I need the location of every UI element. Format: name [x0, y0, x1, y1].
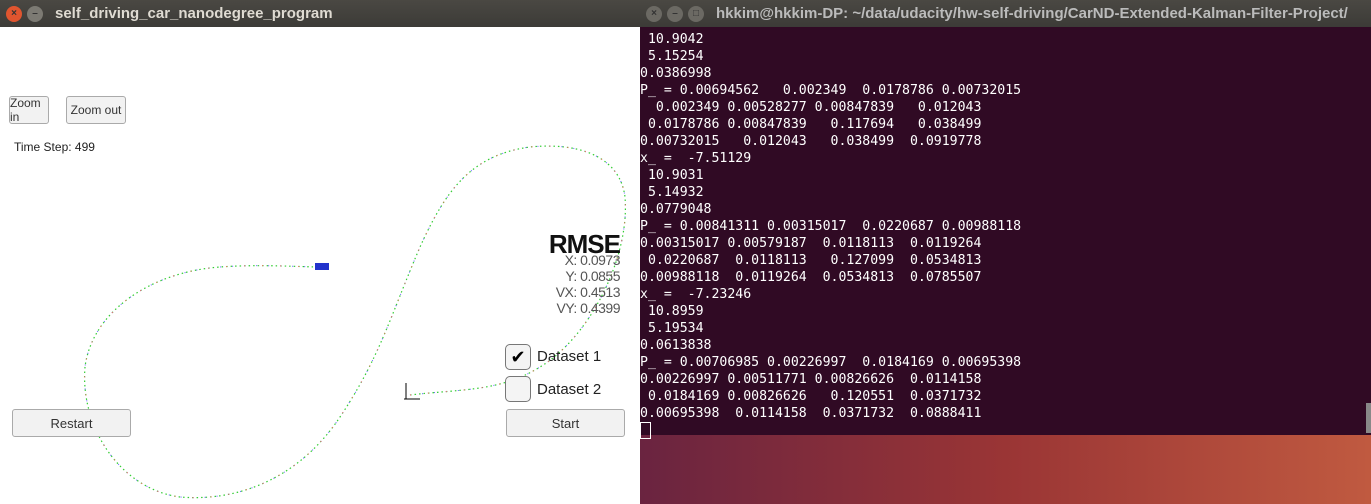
simulator-window: × – self_driving_car_nanodegree_program … [0, 0, 640, 504]
terminal-output[interactable]: 10.9042 5.15254 0.0386998 P_ = 0.00694562 … [640, 27, 1371, 440]
terminal-line: 0.0178786 0.00847839 0.117694 0.038499 [640, 117, 982, 132]
terminal-line: 5.15254 [640, 49, 704, 64]
minimize-icon[interactable]: – [27, 5, 43, 22]
terminal-line: 0.00988118 0.0119264 0.0534813 0.0785507 [640, 270, 982, 285]
terminal-line: 10.8959 [640, 304, 704, 319]
zoom-out-button[interactable]: Zoom out [66, 96, 126, 124]
terminal-line: 0.00695398 0.0114158 0.0371732 0.0888411 [640, 406, 982, 421]
terminal-line: 5.19534 [640, 321, 704, 336]
scrollbar[interactable] [1366, 403, 1371, 433]
terminal-line: 10.9031 [640, 168, 704, 183]
close-icon[interactable]: × [6, 5, 22, 22]
rmse-panel: RMSE X: 0.0973 Y: 0.0855 VX: 0.4513 VY: … [548, 229, 621, 316]
dataset-2-label: Dataset 2 [537, 381, 602, 398]
terminal-line: P_ = 0.00706985 0.00226997 0.0184169 0.0… [640, 355, 1022, 370]
vehicle-trajectory [84, 145, 627, 499]
simulator-titlebar: × – self_driving_car_nanodegree_program [0, 0, 640, 27]
terminal-line: P_ = 0.00841311 0.00315017 0.0220687 0.0… [640, 219, 1022, 234]
origin-axes-icon [404, 383, 420, 400]
terminal-line: 10.9042 [640, 32, 704, 47]
terminal-line: 0.0613838 [640, 338, 712, 353]
start-button[interactable]: Start [506, 409, 625, 437]
maximize-icon[interactable]: □ [688, 5, 704, 22]
dataset-1-label: Dataset 1 [537, 348, 602, 365]
terminal-line: 0.00226997 0.00511771 0.00826626 0.01141… [640, 372, 982, 387]
desktop-background [640, 435, 1371, 504]
time-step-label: Time Step: 499 [14, 140, 95, 154]
window-title: self_driving_car_nanodegree_program [55, 5, 333, 22]
dataset-1-checkbox[interactable]: ✔ [505, 344, 531, 370]
terminal-cursor [640, 422, 651, 439]
terminal-line: x_ = -7.23246 [640, 287, 752, 302]
minimize-icon[interactable]: – [667, 5, 683, 22]
terminal-line: 0.0779048 [640, 202, 712, 217]
terminal-line: 0.0386998 [640, 66, 712, 81]
terminal-line: 0.0220687 0.0118113 0.127099 0.0534813 [640, 253, 982, 268]
rmse-vx: VX: 0.4513 [555, 284, 621, 300]
terminal-line: 5.14932 [640, 185, 704, 200]
lidar-measurements [84, 145, 626, 499]
rmse-y: Y: 0.0855 [565, 268, 620, 284]
zoom-in-button[interactable]: Zoom in [9, 96, 49, 124]
terminal-line: x_ = -7.51129 [640, 151, 752, 166]
dataset-2-checkbox[interactable] [505, 376, 531, 402]
rmse-title: RMSE [548, 229, 621, 259]
rmse-vy: VY: 0.4399 [556, 300, 620, 316]
restart-button[interactable]: Restart [12, 409, 131, 437]
terminal-line: 0.00315017 0.00579187 0.0118113 0.011926… [640, 236, 982, 251]
radar-measurements [84, 145, 626, 499]
terminal-title: hkkim@hkkim-DP: ~/data/udacity/hw-self-d… [716, 5, 1348, 22]
terminal-line: P_ = 0.00694562 0.002349 0.0178786 0.007… [640, 83, 1022, 98]
close-icon[interactable]: × [646, 5, 662, 22]
terminal-window: × – □ hkkim@hkkim-DP: ~/data/udacity/hw-… [640, 0, 1371, 439]
checkmark-icon: ✔ [510, 346, 526, 367]
car-icon [315, 263, 329, 270]
terminal-line: 0.0184169 0.00826626 0.120551 0.0371732 [640, 389, 982, 404]
terminal-line: 0.002349 0.00528277 0.00847839 0.012043 [640, 100, 982, 115]
terminal-titlebar: × – □ hkkim@hkkim-DP: ~/data/udacity/hw-… [640, 0, 1371, 27]
terminal-line: 0.00732015 0.012043 0.038499 0.0919778 [640, 134, 982, 149]
